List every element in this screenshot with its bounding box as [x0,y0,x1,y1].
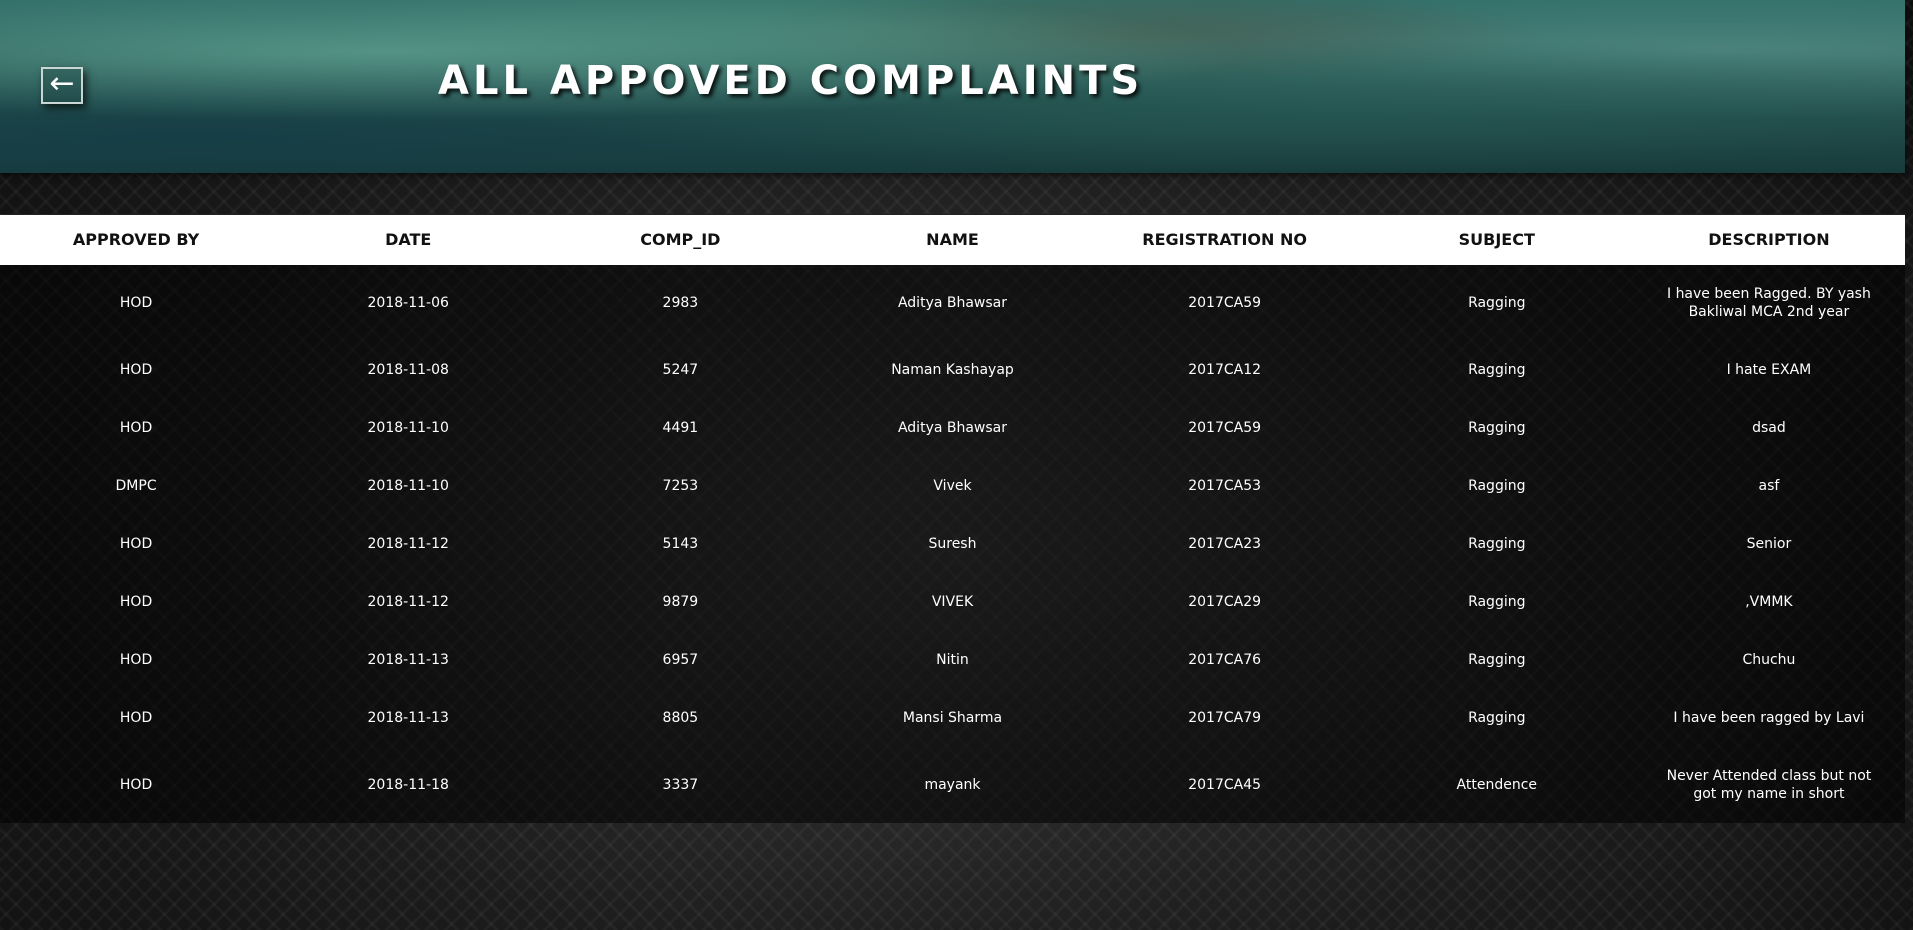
table-body: HOD 2018-11-06 2983 Aditya Bhawsar 2017C… [0,264,1905,823]
complaints-table: APPROVED BY DATE COMP_ID NAME REGISTRATI… [0,214,1905,823]
cell-description: ,VMMK [1745,593,1793,610]
cell-description: Chuchu [1742,651,1796,668]
cell-comp-id: 6957 [662,651,699,668]
cell-date: 2018-11-12 [367,593,449,610]
header-row: APPROVED BY DATE COMP_ID NAME REGISTRATI… [0,214,1905,265]
column-header-approved-by: APPROVED BY [0,214,273,265]
cell-subject: Attendence [1456,776,1538,793]
cell-registration-no: 2017CA53 [1188,477,1262,494]
cell-approved-by: HOD [119,419,153,436]
page-title: ALL APPOVED COMPLAINTS [438,58,1144,104]
table-row: HOD 2018-11-12 9879 VIVEK 2017CA29 Raggi… [0,573,1905,631]
cell-name: Aditya Bhawsar [897,419,1008,436]
cell-approved-by: HOD [119,709,153,726]
cell-description: Senior [1746,535,1792,552]
cell-comp-id: 8805 [662,709,699,726]
cell-description: asf [1758,477,1780,494]
cell-approved-by: HOD [119,651,153,668]
cell-date: 2018-11-08 [367,361,449,378]
cell-date: 2018-11-12 [367,535,449,552]
table-row: HOD 2018-11-13 6957 Nitin 2017CA76 Raggi… [0,631,1905,689]
cell-registration-no: 2017CA76 [1188,651,1262,668]
cell-date: 2018-11-06 [367,294,449,311]
table-row: DMPC 2018-11-10 7253 Vivek 2017CA53 Ragg… [0,457,1905,515]
cell-name: Vivek [933,477,972,494]
cell-name: Aditya Bhawsar [897,294,1008,311]
cell-date: 2018-11-13 [367,651,449,668]
cell-registration-no: 2017CA45 [1188,776,1262,793]
column-header-name: NAME [816,214,1089,265]
cell-name: VIVEK [931,593,974,610]
complaints-table-container: APPROVED BY DATE COMP_ID NAME REGISTRATI… [0,214,1905,823]
cell-approved-by: HOD [119,593,153,610]
table-row: HOD 2018-11-12 5143 Suresh 2017CA23 Ragg… [0,515,1905,573]
cell-approved-by: HOD [119,776,153,793]
column-header-comp-id: COMP_ID [544,214,817,265]
cell-comp-id: 9879 [662,593,699,610]
cell-subject: Ragging [1468,593,1526,610]
table-header: APPROVED BY DATE COMP_ID NAME REGISTRATI… [0,214,1905,265]
cell-name: Naman Kashayap [891,361,1014,378]
table-row: HOD 2018-11-08 5247 Naman Kashayap 2017C… [0,341,1905,399]
cell-description: Never Attended class but not got my name… [1666,767,1872,802]
header-banner: ← ALL APPOVED COMPLAINTS [0,0,1905,173]
cell-description: I have been Ragged. BY yash Bakliwal MCA… [1666,285,1871,320]
table-row: HOD 2018-11-10 4491 Aditya Bhawsar 2017C… [0,399,1905,457]
cell-comp-id: 4491 [662,419,699,436]
table-row: HOD 2018-11-13 8805 Mansi Sharma 2017CA7… [0,689,1905,747]
cell-registration-no: 2017CA59 [1188,419,1262,436]
cell-subject: Ragging [1468,419,1526,436]
cell-comp-id: 2983 [662,294,699,311]
cell-name: Nitin [936,651,969,668]
cell-subject: Ragging [1468,361,1526,378]
cell-name: Mansi Sharma [902,709,1003,726]
cell-name: mayank [924,776,981,793]
cell-comp-id: 7253 [662,477,699,494]
column-header-registration-no: REGISTRATION NO [1088,214,1361,265]
cell-name: Suresh [928,535,977,552]
cell-comp-id: 3337 [662,776,699,793]
table-row: HOD 2018-11-06 2983 Aditya Bhawsar 2017C… [0,265,1905,341]
cell-approved-by: HOD [119,535,153,552]
cell-subject: Ragging [1468,535,1526,552]
cell-registration-no: 2017CA12 [1188,361,1262,378]
cell-subject: Ragging [1468,477,1526,494]
column-header-subject: SUBJECT [1360,214,1633,265]
cell-approved-by: HOD [119,294,153,311]
cell-description: I hate EXAM [1726,361,1812,378]
cell-registration-no: 2017CA59 [1188,294,1262,311]
cell-approved-by: DMPC [115,477,157,494]
back-arrow-icon: ← [49,66,75,101]
cell-date: 2018-11-10 [367,419,449,436]
cell-registration-no: 2017CA29 [1188,593,1262,610]
cell-date: 2018-11-10 [367,477,449,494]
cell-date: 2018-11-13 [367,709,449,726]
cell-registration-no: 2017CA79 [1188,709,1262,726]
column-header-date: DATE [272,214,545,265]
table-row: HOD 2018-11-18 3337 mayank 2017CA45 Atte… [0,747,1905,823]
cell-comp-id: 5143 [662,535,699,552]
back-button[interactable]: ← [41,67,83,104]
cell-subject: Ragging [1468,294,1526,311]
page: ← ALL APPOVED COMPLAINTS APPROVED BY DAT… [0,0,1913,930]
cell-description: dsad [1752,419,1786,436]
column-header-description: DESCRIPTION [1632,214,1905,265]
cell-comp-id: 5247 [662,361,699,378]
cell-subject: Ragging [1468,651,1526,668]
cell-subject: Ragging [1468,709,1526,726]
cell-registration-no: 2017CA23 [1188,535,1262,552]
cell-description: I have been ragged by Lavi [1673,709,1865,726]
cell-date: 2018-11-18 [367,776,449,793]
cell-approved-by: HOD [119,361,153,378]
